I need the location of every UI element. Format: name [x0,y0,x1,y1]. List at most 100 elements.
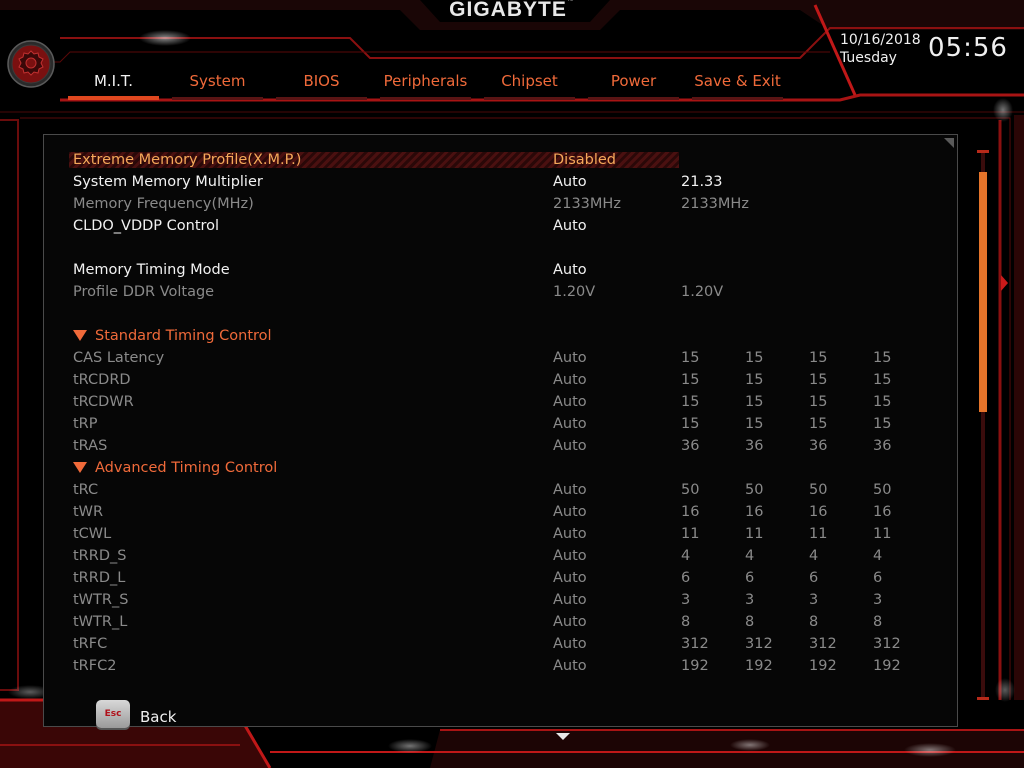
channel-value: 15 [745,394,764,410]
collapse-triangle-icon[interactable] [73,462,87,473]
setting-row[interactable]: CLDO_VDDP Control Auto [73,215,933,237]
setting-row[interactable]: Extreme Memory Profile(X.M.P.) Disabled [69,149,933,171]
channel-value: 15 [809,372,828,388]
setting-row: CAS Latency Auto 15 15 15 15 [73,347,933,369]
setting-label-text: tRRD_L [73,570,126,586]
setting-value: Auto [553,482,587,498]
channel-value: 192 [809,658,837,674]
channel-value: 8 [681,614,691,630]
setting-label-text: tRRD_S [73,548,127,564]
setting-row: tRFC2 Auto 192 192 192 192 [73,655,933,677]
section-header: Standard Timing Control [73,325,933,347]
channel-value: 11 [873,526,892,542]
channel-value: 16 [745,504,764,520]
tab-bios[interactable]: BIOS [276,72,367,100]
channel-value: 21.33 [681,174,723,190]
tab-label: M.I.T. [93,72,134,90]
setting-label: CAS Latency [73,347,164,369]
channel-value: 15 [809,350,828,366]
setting-label-text: System Memory Multiplier [73,174,263,190]
tab-power[interactable]: Power [588,72,679,100]
channel-value: 4 [681,548,691,564]
scrollbar-top-cap [977,150,989,153]
channel-value: 15 [681,416,700,432]
back-label: Back [140,708,177,726]
setting-label: Standard Timing Control [73,325,272,347]
tab-save-exit[interactable]: Save & Exit [692,72,783,100]
setting-value: Auto [553,394,587,410]
setting-row[interactable]: Memory Timing Mode Auto [73,259,933,281]
setting-value[interactable]: Auto [553,259,587,281]
channel-value: 3 [745,592,755,608]
setting-label: tRFC2 [73,655,116,677]
setting-label: tWTR_S [73,589,128,611]
setting-value[interactable]: Disabled [553,149,616,171]
setting-value[interactable]: Auto [553,171,587,193]
setting-label: Extreme Memory Profile(X.M.P.) [73,149,301,171]
scrollbar-bottom-cap [977,697,989,700]
tab-underline [380,97,471,100]
setting-label: tRC [73,479,98,501]
setting-label: tRCDRD [73,369,131,391]
setting-label-text: Extreme Memory Profile(X.M.P.) [73,152,302,168]
channel-value: 4 [873,548,883,564]
scrollbar-thumb[interactable] [979,172,987,412]
channel-value: 36 [681,438,700,454]
setting-value: Auto [553,416,587,432]
setting-value[interactable]: Auto [553,215,587,237]
channel-value: 15 [745,372,764,388]
setting-label: tRAS [73,435,107,457]
tab-mit[interactable]: M.I.T. [68,72,159,100]
setting-row: tRAS Auto 36 36 36 36 [73,435,933,457]
setting-row: tRRD_L Auto 6 6 6 6 [73,567,933,589]
channel-value: 4 [745,548,755,564]
channel-value: 50 [873,482,892,498]
channel-value: 11 [745,526,764,542]
channel-value: 312 [745,636,773,652]
setting-label: Profile DDR Voltage [73,281,214,303]
setting-label-text: tRFC [73,636,108,652]
scrollbar[interactable] [977,150,989,700]
channel-value: 8 [873,614,883,630]
setting-value: Auto [553,526,587,542]
date-text: 10/16/2018 [840,32,921,48]
channel-value: 50 [809,482,828,498]
setting-label-text: Standard Timing Control [95,328,272,344]
channel-value: 8 [745,614,755,630]
setting-label: tRFC [73,633,107,655]
setting-label-text: tRAS [73,438,108,454]
channel-value: 50 [681,482,700,498]
setting-label: tRRD_L [73,567,125,589]
setting-label-text: Memory Frequency(MHz) [73,196,254,212]
channel-value: 15 [873,372,892,388]
channel-value: 15 [681,372,700,388]
channel-value: 3 [873,592,883,608]
channel-value: 312 [873,636,901,652]
tab-system[interactable]: System [172,72,263,100]
setting-label: tRP [73,413,98,435]
tab-chipset[interactable]: Chipset [484,72,575,100]
trademark-mark: ™ [566,0,575,5]
channel-value: 3 [681,592,691,608]
tab-peripherals[interactable]: Peripherals [380,72,471,100]
channel-value: 192 [681,658,709,674]
setting-value: Auto [553,658,587,674]
channel-value: 6 [873,570,883,586]
section-header: Advanced Timing Control [73,457,933,479]
channel-value: 11 [681,526,700,542]
channel-value: 36 [745,438,764,454]
setting-value: Auto [553,504,587,520]
tab-label: Chipset [501,72,558,90]
collapse-triangle-icon[interactable] [73,330,87,341]
setting-row: Memory Frequency(MHz) 2133MHz 2133MHz [73,193,933,215]
setting-label: tWTR_L [73,611,127,633]
setting-label-text: tRCDRD [73,372,131,388]
setting-label: CLDO_VDDP Control [73,215,219,237]
setting-value: Auto [553,570,587,586]
gear-icon[interactable] [7,40,55,88]
channel-value: 4 [809,548,819,564]
setting-row: tRP Auto 15 15 15 15 [73,413,933,435]
channel-value: 15 [873,394,892,410]
setting-row[interactable]: System Memory Multiplier Auto 21.33 [73,171,933,193]
setting-row: tWTR_S Auto 3 3 3 3 [73,589,933,611]
